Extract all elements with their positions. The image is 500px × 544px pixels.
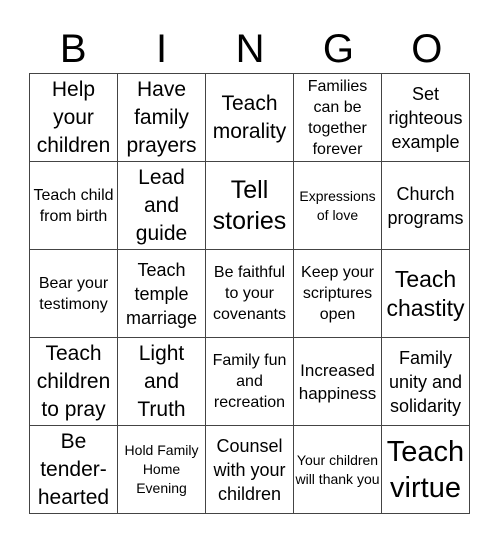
- cell-text: Have family prayers: [126, 77, 197, 157]
- bingo-cell[interactable]: Teach virtue: [382, 426, 470, 514]
- cell-text: Help your children: [36, 77, 111, 157]
- bingo-cell[interactable]: Expressions of love: [294, 162, 382, 250]
- cell-text: Counsel with your children: [213, 435, 286, 504]
- cell-text: Bear your testimony: [38, 274, 109, 313]
- bingo-cell[interactable]: Light and Truth: [118, 338, 206, 426]
- cell-text: Keep your scriptures open: [301, 264, 374, 323]
- bingo-cell[interactable]: Increased happiness: [294, 338, 382, 426]
- bingo-header: B I N G O: [29, 26, 471, 72]
- bingo-cell[interactable]: Church programs: [382, 162, 470, 250]
- bingo-cell[interactable]: Family unity and solidarity: [382, 338, 470, 426]
- bingo-cell[interactable]: Counsel with your children: [206, 426, 294, 514]
- cell-text: Hold Family Home Evening: [124, 442, 199, 496]
- cell-text: Set righteous example: [388, 83, 463, 152]
- cell-text: Teach child from birth: [33, 186, 114, 225]
- bingo-cell[interactable]: Keep your scriptures open: [294, 250, 382, 338]
- cell-text: Families can be together forever: [307, 77, 368, 158]
- cell-text: Increased happiness: [298, 360, 377, 403]
- cell-text: Be tender-hearted: [37, 429, 110, 509]
- cell-text: Church programs: [387, 183, 464, 228]
- bingo-cell[interactable]: Family fun and recreation: [206, 338, 294, 426]
- bingo-cell[interactable]: Teach chastity: [382, 250, 470, 338]
- header-letter-g: G: [322, 27, 354, 71]
- cell-text: Family unity and solidarity: [388, 347, 463, 416]
- cell-text: Your children will thank you: [295, 451, 380, 487]
- cell-text: Teach morality: [212, 91, 287, 143]
- bingo-cell[interactable]: Set righteous example: [382, 74, 470, 162]
- header-letter-o: O: [411, 27, 443, 71]
- bingo-cell[interactable]: Help your children: [30, 74, 118, 162]
- bingo-cell[interactable]: Teach children to pray: [30, 338, 118, 426]
- cell-text: Teach temple marriage: [125, 259, 198, 328]
- bingo-cell[interactable]: Teach temple marriage: [118, 250, 206, 338]
- bingo-cell[interactable]: Lead and guide: [118, 162, 206, 250]
- bingo-cell[interactable]: Teach morality: [206, 74, 294, 162]
- bingo-cell[interactable]: Be faithful to your covenants: [206, 250, 294, 338]
- bingo-cell[interactable]: Teach child from birth: [30, 162, 118, 250]
- bingo-cell[interactable]: Be tender-hearted: [30, 426, 118, 514]
- bingo-cell[interactable]: Tell stories: [206, 162, 294, 250]
- cell-text: Light and Truth: [137, 341, 186, 421]
- bingo-grid: Help your children Have family prayers T…: [29, 73, 470, 514]
- cell-text: Teach virtue: [386, 435, 465, 504]
- cell-text: Tell stories: [212, 175, 287, 235]
- cell-text: Be faithful to your covenants: [213, 264, 286, 323]
- cell-text: Teach chastity: [386, 265, 465, 321]
- bingo-cell[interactable]: Your children will thank you: [294, 426, 382, 514]
- header-letter-i: I: [156, 27, 168, 71]
- cell-text: Family fun and recreation: [212, 352, 287, 411]
- bingo-cell[interactable]: Bear your testimony: [30, 250, 118, 338]
- header-letter-n: N: [235, 27, 265, 71]
- bingo-cell[interactable]: Hold Family Home Evening: [118, 426, 206, 514]
- header-letter-b: B: [59, 27, 87, 71]
- bingo-cell[interactable]: Have family prayers: [118, 74, 206, 162]
- cell-text: Teach children to pray: [36, 341, 111, 421]
- cell-text: Expressions of love: [299, 187, 376, 223]
- cell-text: Lead and guide: [135, 165, 188, 245]
- bingo-cell[interactable]: Families can be together forever: [294, 74, 382, 162]
